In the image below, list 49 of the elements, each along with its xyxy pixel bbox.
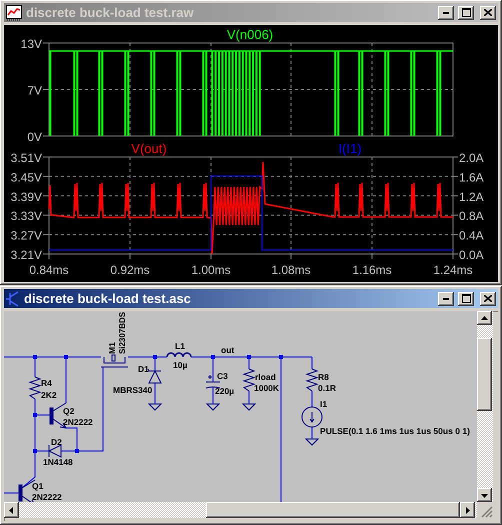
axis-tick-label: 0V bbox=[27, 130, 42, 144]
axis-tick-label: 3.21V bbox=[10, 248, 42, 262]
axis-tick-label: 0.0A bbox=[459, 248, 484, 262]
component-value: 1000K bbox=[254, 383, 280, 393]
axis-tick-label: 0.92ms bbox=[110, 263, 150, 277]
component-label: I1 bbox=[320, 399, 328, 409]
axis-tick-label: 2.0A bbox=[459, 151, 484, 165]
axis-tick-label: 0.4A bbox=[459, 228, 484, 243]
window-title: discrete buck-load test.asc bbox=[24, 291, 192, 306]
component-label: Q2 bbox=[63, 406, 74, 416]
component-label: R8 bbox=[318, 372, 329, 382]
axis-tick-label: 1.24ms bbox=[433, 263, 473, 277]
axis-tick-label: 7V bbox=[27, 84, 42, 98]
net-label: out bbox=[221, 345, 234, 355]
component-label: rload bbox=[255, 372, 276, 382]
component-value: 220µ bbox=[215, 386, 234, 396]
axis-tick-label: 3.33V bbox=[10, 209, 42, 224]
axis-tick-label: 3.39V bbox=[10, 190, 42, 204]
component-label: L1 bbox=[175, 341, 185, 351]
axis-tick-label: 1.6A bbox=[459, 170, 484, 184]
component-value: 2N2222 bbox=[32, 492, 62, 502]
axis-tick-label: 1.00ms bbox=[191, 263, 231, 277]
axis-tick-label: 1.2A bbox=[459, 190, 484, 204]
axis-tick-label: 1.16ms bbox=[352, 263, 392, 277]
component-label: C3 bbox=[217, 371, 228, 381]
component-label: M1 bbox=[107, 342, 117, 354]
axis-tick-label: 13V bbox=[20, 37, 42, 51]
axis-tick-label: 3.51V bbox=[10, 151, 42, 165]
axis-tick-label: 0.84ms bbox=[29, 263, 69, 277]
axis-tick-label: 0.8A bbox=[459, 209, 484, 224]
component-value: 0.1R bbox=[318, 383, 336, 393]
component-label: D2 bbox=[51, 437, 62, 447]
trace-label: V(n006) bbox=[226, 27, 274, 42]
component-value: 2N2222 bbox=[63, 417, 93, 427]
window-title: discrete buck-load test.raw bbox=[26, 5, 195, 20]
component-label: R4 bbox=[41, 378, 52, 388]
component-value: 2K2 bbox=[41, 390, 57, 400]
trace-label: V(out) bbox=[131, 141, 167, 156]
component-value: MBRS340 bbox=[113, 385, 152, 395]
component-value: 1N4148 bbox=[43, 457, 73, 467]
axis-tick-label: 1.08ms bbox=[271, 263, 311, 277]
component-label: D1 bbox=[138, 364, 149, 374]
component-value: PULSE(0.1 1.6 1ms 1us 1us 50us 0 1) bbox=[320, 426, 470, 436]
component-label: Q1 bbox=[32, 481, 44, 491]
axis-tick-label: 3.27V bbox=[10, 228, 42, 243]
component-value: 10µ bbox=[173, 360, 188, 370]
axis-tick-label: 3.45V bbox=[10, 170, 42, 184]
trace-label: I(I1) bbox=[338, 141, 362, 156]
component-value: Si2307BDS bbox=[117, 311, 127, 354]
